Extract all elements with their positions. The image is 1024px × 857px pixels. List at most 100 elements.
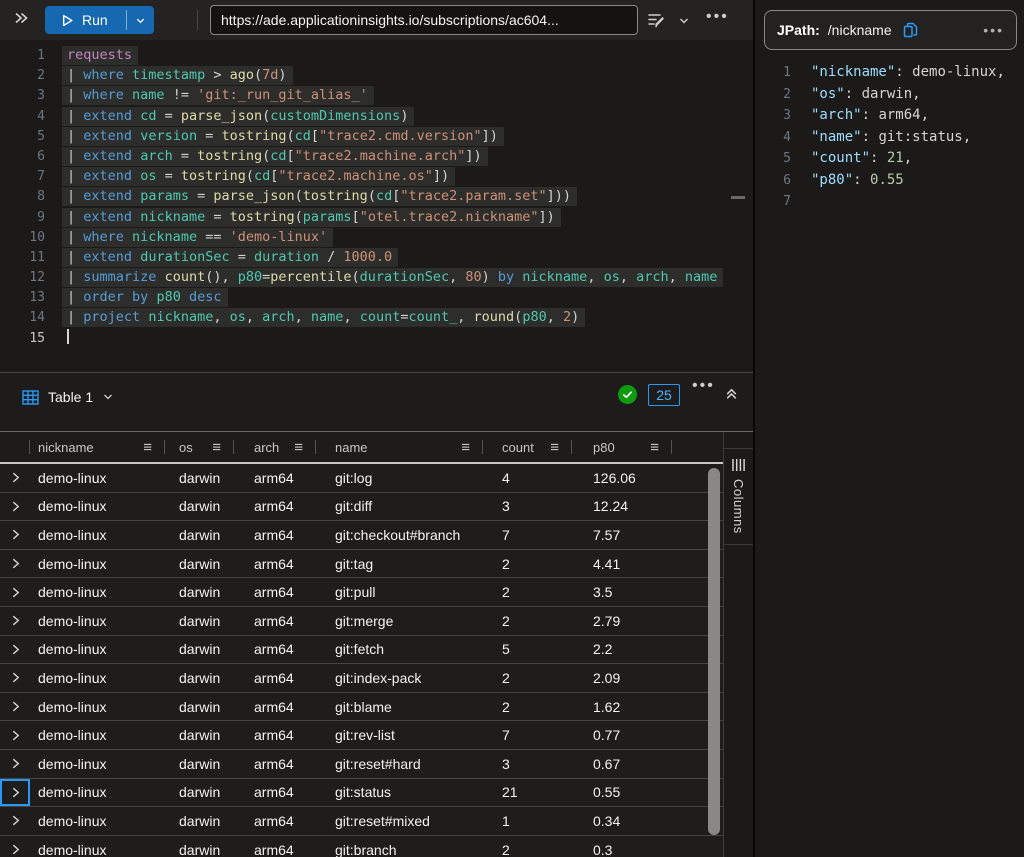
results-grid: nickname≡os≡arch≡name≡count≡ p80 ≡ demo-li…	[0, 432, 723, 857]
cell-count: 2	[483, 584, 572, 600]
table-selector[interactable]: Table 1	[22, 389, 114, 405]
table-row[interactable]: demo-linuxdarwinarm64git:pull23.5	[0, 578, 723, 607]
run-options-dropdown[interactable]	[127, 6, 154, 34]
more-options-icon[interactable]: •••	[706, 8, 729, 26]
cell-p80: 4.41	[572, 556, 672, 572]
expand-sidebar-icon[interactable]	[12, 9, 30, 27]
row-expand-chevron[interactable]	[0, 693, 30, 721]
overview-ruler-marker	[731, 196, 745, 199]
row-count-badge[interactable]: 25	[648, 384, 680, 406]
table-row[interactable]: demo-linuxdarwinarm64git:reset#mixed10.3…	[0, 807, 723, 836]
column-header-os[interactable]: os≡	[165, 432, 234, 462]
column-header-count[interactable]: count≡	[483, 432, 572, 462]
row-expand-chevron[interactable]	[0, 836, 30, 857]
code-line: 14| project nickname, os, arch, name, co…	[0, 307, 753, 327]
code-line: 9| extend nickname = tostring(params["ot…	[0, 207, 753, 227]
cell-name: git:index-pack	[316, 670, 483, 686]
code-line: 8| extend params = parse_json(tostring(c…	[0, 186, 753, 206]
play-icon	[61, 14, 74, 27]
grid-vertical-scrollbar[interactable]	[706, 432, 723, 857]
jpath-more-icon[interactable]: •••	[983, 22, 1004, 38]
cell-nickname: demo-linux	[30, 498, 165, 514]
table-row[interactable]: demo-linuxdarwinarm64git:blame21.62	[0, 693, 723, 722]
cell-name: git:diff	[316, 498, 483, 514]
row-expand-chevron[interactable]	[0, 550, 30, 578]
table-row[interactable]: demo-linuxdarwinarm64git:branch20.3	[0, 836, 723, 857]
row-expand-chevron[interactable]	[0, 521, 30, 549]
columns-tab[interactable]: Columns	[724, 448, 753, 545]
results-more-icon[interactable]: •••	[692, 377, 715, 395]
row-expand-chevron[interactable]	[0, 807, 30, 835]
columns-icon	[731, 458, 746, 472]
query-success-icon	[618, 385, 637, 404]
table-icon	[22, 390, 39, 405]
cell-name: git:reset#hard	[316, 756, 483, 772]
run-button-label: Run	[82, 12, 108, 28]
cell-os: darwin	[165, 498, 234, 514]
column-menu-icon[interactable]: ≡	[461, 439, 470, 456]
column-header-label: p80	[593, 440, 615, 455]
cell-p80: 2.79	[572, 613, 672, 629]
line-number: 8	[0, 187, 45, 207]
deep-link-url-input[interactable]	[210, 5, 638, 35]
code-line: 11| extend durationSec = duration / 1000…	[0, 247, 753, 267]
column-header-p80[interactable]: p80 ≡	[572, 432, 672, 462]
row-expand-chevron[interactable]	[0, 636, 30, 664]
cell-arch: arm64	[234, 727, 316, 743]
code-line: 6| extend arch = tostring(cd["trace2.mac…	[0, 146, 753, 166]
table-row[interactable]: demo-linuxdarwinarm64git:checkout#branch…	[0, 521, 723, 550]
columns-side-strip: Columns	[723, 432, 753, 857]
collapse-panel-icon[interactable]	[724, 386, 739, 401]
json-viewer[interactable]: 1"nickname": demo-linux,2"os": darwin,3"…	[755, 62, 1024, 213]
cell-name: git:tag	[316, 556, 483, 572]
cell-p80: 0.55	[572, 784, 672, 800]
table-row[interactable]: demo-linuxdarwinarm64git:log4126.06	[0, 464, 723, 493]
columns-tab-label: Columns	[731, 479, 746, 534]
cell-name: git:branch	[316, 842, 483, 857]
line-number: 15	[0, 329, 45, 349]
cell-p80: 0.67	[572, 756, 672, 772]
column-menu-icon[interactable]: ≡	[143, 439, 152, 456]
row-expand-chevron[interactable]	[0, 493, 30, 521]
row-detail-panel: JPath: /nickname ••• 1"nickname": demo-l…	[753, 0, 1024, 857]
copy-icon[interactable]	[902, 22, 919, 39]
row-expand-chevron[interactable]	[0, 664, 30, 692]
cell-os: darwin	[165, 556, 234, 572]
cell-os: darwin	[165, 699, 234, 715]
run-button[interactable]: Run	[45, 6, 126, 34]
column-header-name[interactable]: name≡	[316, 432, 483, 462]
chevron-down-icon[interactable]	[678, 15, 690, 27]
column-menu-icon[interactable]: ≡	[294, 439, 303, 456]
kql-query-editor[interactable]: 1requests2| where timestamp > ago(7d)3| …	[0, 40, 753, 373]
cell-os: darwin	[165, 727, 234, 743]
row-expand-chevron[interactable]	[0, 750, 30, 778]
run-split-button: Run	[45, 6, 154, 34]
cell-name: git:rev-list	[316, 727, 483, 743]
column-menu-icon[interactable]: ≡	[650, 439, 659, 456]
cell-arch: arm64	[234, 470, 316, 486]
row-expand-chevron[interactable]	[0, 721, 30, 749]
table-row[interactable]: demo-linuxdarwinarm64git:status210.55	[0, 779, 723, 808]
cell-p80: 1.62	[572, 699, 672, 715]
table-row[interactable]: demo-linuxdarwinarm64git:index-pack22.09	[0, 664, 723, 693]
row-expand-chevron[interactable]	[0, 578, 30, 606]
column-menu-icon[interactable]: ≡	[212, 439, 221, 456]
column-header-arch[interactable]: arch≡	[234, 432, 316, 462]
code-line: 15	[0, 328, 753, 348]
row-expand-chevron[interactable]	[0, 464, 30, 492]
table-row[interactable]: demo-linuxdarwinarm64git:rev-list70.77	[0, 721, 723, 750]
table-row[interactable]: demo-linuxdarwinarm64git:fetch52.2	[0, 636, 723, 665]
column-menu-icon[interactable]: ≡	[550, 439, 559, 456]
row-expand-chevron[interactable]	[0, 607, 30, 635]
scrollbar-thumb[interactable]	[708, 468, 720, 835]
cell-arch: arm64	[234, 641, 316, 657]
table-row[interactable]: demo-linuxdarwinarm64git:merge22.79	[0, 607, 723, 636]
format-query-icon[interactable]	[646, 10, 666, 30]
table-row[interactable]: demo-linuxdarwinarm64git:reset#hard30.67	[0, 750, 723, 779]
cell-nickname: demo-linux	[30, 842, 165, 857]
table-row[interactable]: demo-linuxdarwinarm64git:diff312.24	[0, 493, 723, 522]
row-expand-chevron[interactable]	[0, 779, 30, 807]
column-header-nickname[interactable]: nickname≡	[30, 432, 165, 462]
table-row[interactable]: demo-linuxdarwinarm64git:tag24.41	[0, 550, 723, 579]
cell-nickname: demo-linux	[30, 813, 165, 829]
